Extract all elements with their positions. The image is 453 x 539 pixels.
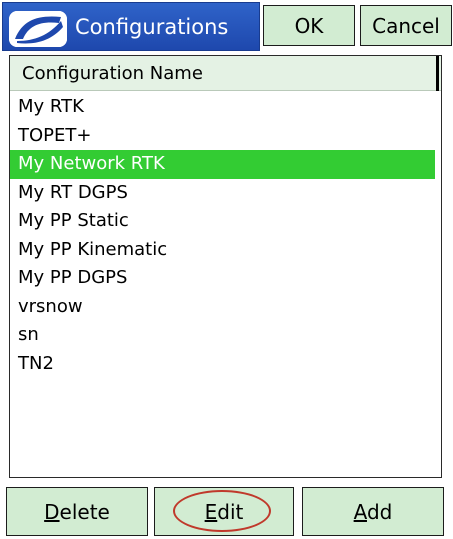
list-item[interactable]: TN2 <box>10 350 435 379</box>
list-item[interactable]: My RTK <box>10 93 435 122</box>
list-rows: My RTK TOPET+ My Network RTK My RT DGPS … <box>10 93 441 378</box>
list-item-selected[interactable]: My Network RTK <box>10 150 435 179</box>
delete-button[interactable]: Delete <box>6 487 148 536</box>
window-title-area: Configurations <box>2 2 260 51</box>
edit-button-label: Edit <box>205 500 244 524</box>
title-bar: Configurations OK Cancel <box>0 0 453 55</box>
column-resize-handle[interactable] <box>436 56 439 91</box>
list-item[interactable]: My PP DGPS <box>10 264 435 293</box>
ok-button[interactable]: OK <box>263 5 355 46</box>
list-item[interactable]: TOPET+ <box>10 122 435 151</box>
edit-button[interactable]: Edit <box>154 487 294 536</box>
app-logo-icon[interactable] <box>9 11 67 47</box>
column-header-label: Configuration Name <box>22 62 203 84</box>
cancel-button[interactable]: Cancel <box>360 5 452 46</box>
configuration-list[interactable]: Configuration Name My RTK TOPET+ My Netw… <box>9 55 442 478</box>
edit-mnemonic: E <box>204 499 218 524</box>
window-title: Configurations <box>75 15 229 39</box>
delete-mnemonic: D <box>44 499 60 524</box>
list-item[interactable]: sn <box>10 321 435 350</box>
column-header-configuration-name[interactable]: Configuration Name <box>10 56 441 91</box>
list-item[interactable]: vrsnow <box>10 293 435 322</box>
add-button[interactable]: Add <box>302 487 444 536</box>
list-item[interactable]: My RT DGPS <box>10 179 435 208</box>
edit-label-rest: dit <box>217 499 244 524</box>
delete-label-rest: elete <box>59 499 110 524</box>
add-mnemonic: A <box>353 499 367 524</box>
list-item[interactable]: My PP Static <box>10 207 435 236</box>
delete-button-label: Delete <box>44 500 110 524</box>
add-button-label: Add <box>354 500 393 524</box>
add-label-rest: dd <box>366 499 393 524</box>
list-item[interactable]: My PP Kinematic <box>10 236 435 265</box>
